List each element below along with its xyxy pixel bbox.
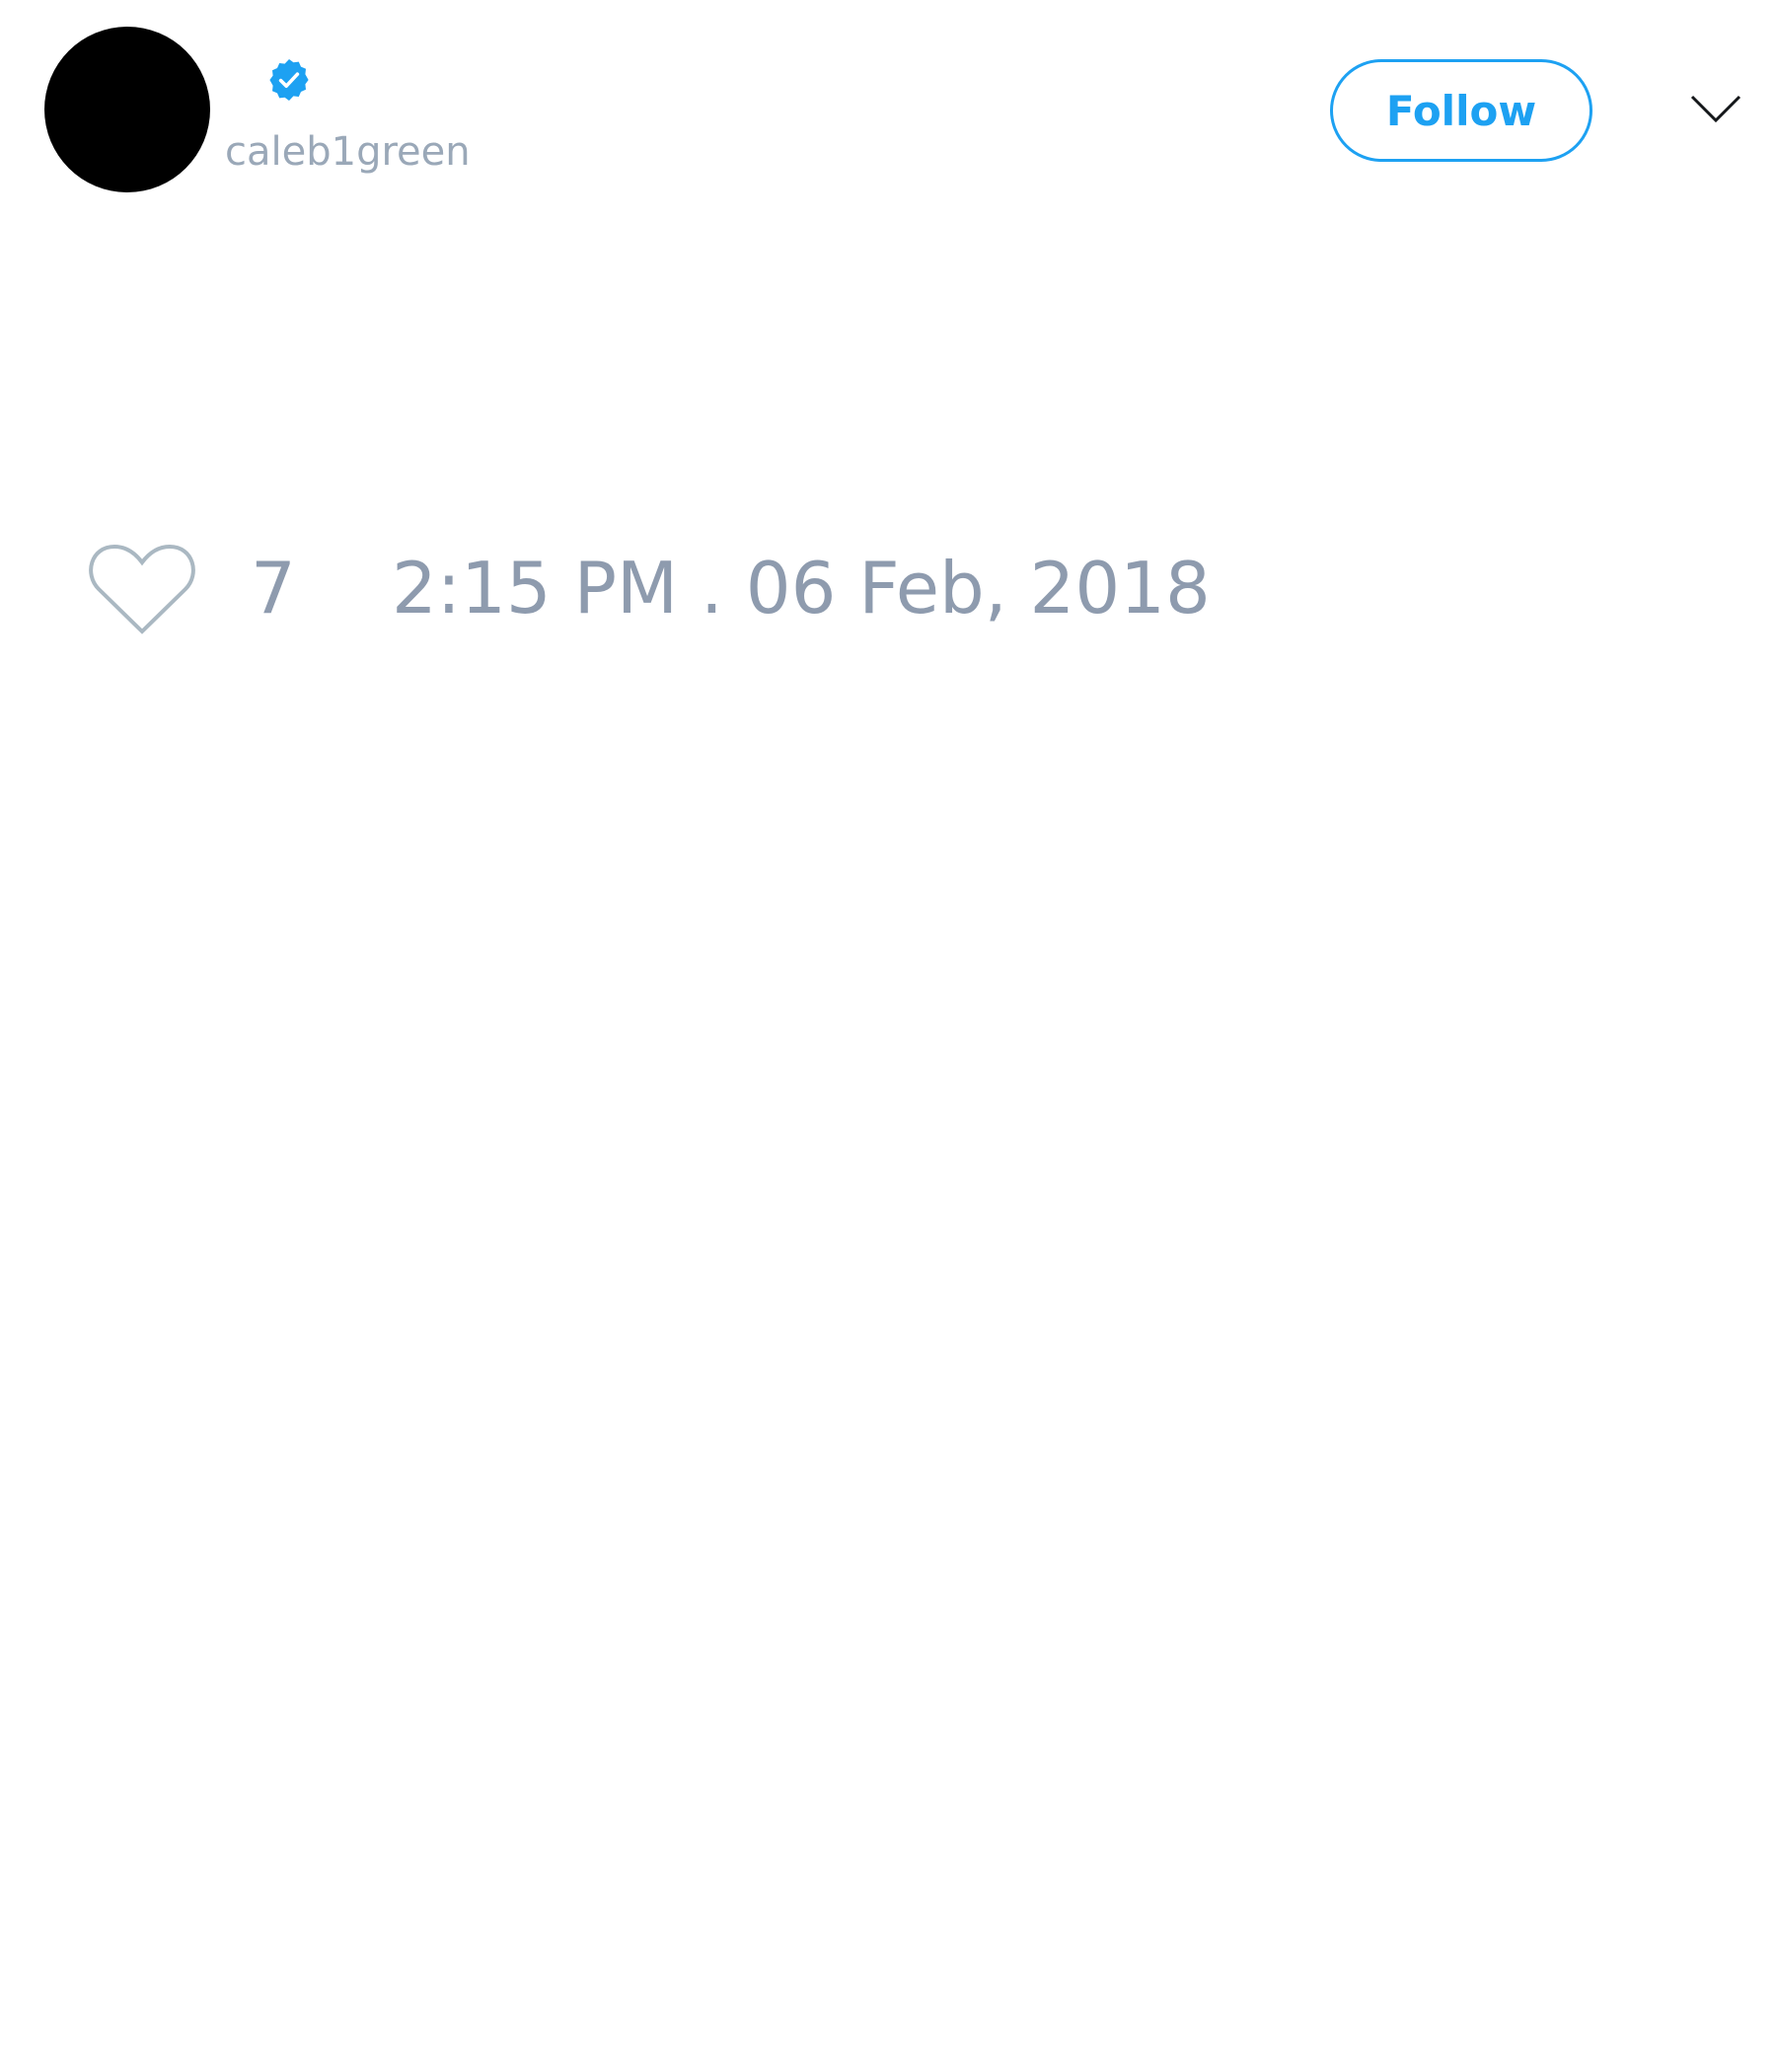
heart-icon[interactable]	[87, 541, 197, 635]
chevron-down-icon[interactable]	[1689, 91, 1742, 126]
follow-button[interactable]: Follow	[1330, 59, 1592, 162]
verified-badge-icon	[269, 59, 309, 101]
like-count: 7	[251, 547, 296, 629]
avatar[interactable]	[44, 27, 210, 192]
author-handle[interactable]: caleb1green	[225, 126, 471, 178]
tweet-timestamp[interactable]: 2:15 PM . 06 Feb, 2018	[392, 549, 1211, 628]
